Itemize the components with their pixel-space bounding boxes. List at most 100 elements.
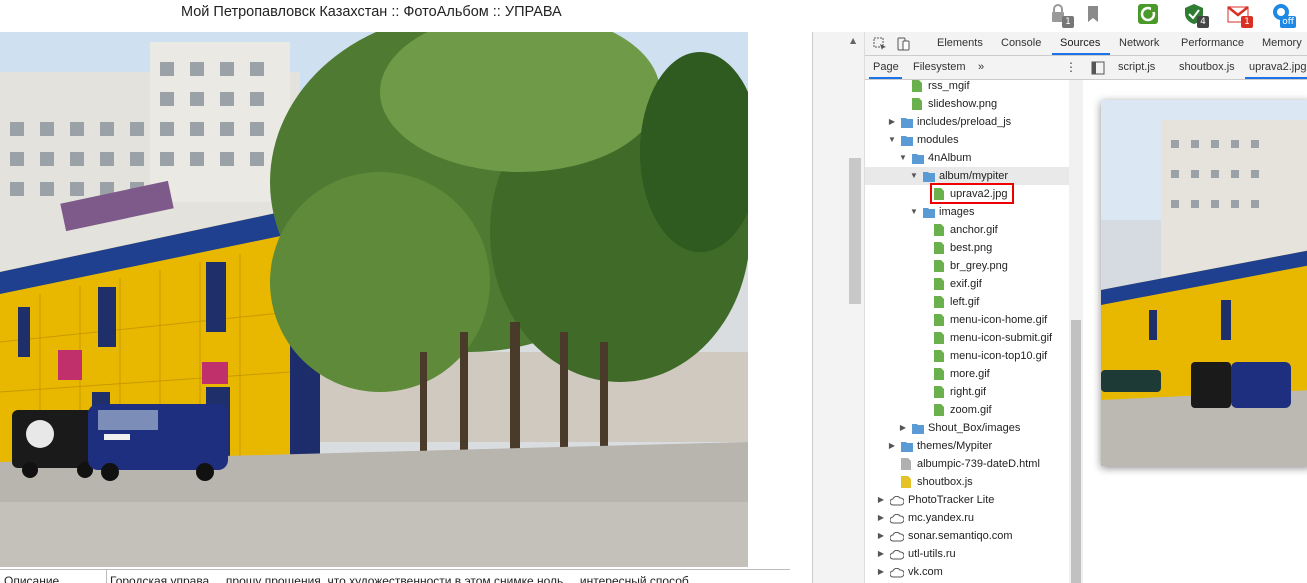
tree-item[interactable]: menu-icon-submit.gif xyxy=(865,329,1069,347)
tree-item[interactable]: exif.gif xyxy=(865,275,1069,293)
bookmark-icon[interactable] xyxy=(1083,3,1105,25)
vpn-badge: off xyxy=(1280,16,1296,28)
tab-network[interactable]: Network xyxy=(1119,37,1159,49)
tree-item-label: zoom.gif xyxy=(950,404,992,416)
tree-item[interactable]: shoutbox.js xyxy=(865,473,1069,491)
kebab-menu-icon[interactable]: ⋮ xyxy=(1065,60,1077,74)
navigator-active-indicator xyxy=(869,77,902,79)
tree-item-label: sonar.semantiqo.com xyxy=(908,530,1013,542)
tree-item[interactable]: ▼ modules xyxy=(865,131,1069,149)
tree-item[interactable]: zoom.gif xyxy=(865,401,1069,419)
tree-item[interactable]: ▼ images xyxy=(865,203,1069,221)
tree-item[interactable]: left.gif xyxy=(865,293,1069,311)
tree-item-label: modules xyxy=(917,134,959,146)
collapse-arrow-icon[interactable]: ▶ xyxy=(876,545,886,563)
tree-item-label: right.gif xyxy=(950,386,987,398)
tree-item[interactable]: anchor.gif xyxy=(865,221,1069,239)
photo-description-row: Описание Городская управа ... прошу прощ… xyxy=(0,569,790,583)
tab-elements[interactable]: Elements xyxy=(937,37,983,49)
tree-item[interactable]: ▶ includes/preload_js xyxy=(865,113,1069,131)
vpn-off-icon[interactable]: off xyxy=(1270,3,1296,28)
expand-arrow-icon[interactable]: ▼ xyxy=(887,131,897,149)
editor-tab-script-js[interactable]: script.js xyxy=(1118,61,1155,73)
navigator-scrollbar[interactable] xyxy=(1069,80,1083,583)
tree-item[interactable]: more.gif xyxy=(865,365,1069,383)
tree-item-label: shoutbox.js xyxy=(917,476,973,488)
lock-icon[interactable]: 1 xyxy=(1048,3,1074,28)
collapse-arrow-icon[interactable]: ▶ xyxy=(876,527,886,545)
gmail-icon[interactable]: 1 xyxy=(1227,3,1253,28)
browser-toolbar: Мой Петропавловск Казахстан :: ФотоАльбо… xyxy=(0,0,1307,32)
tree-item[interactable]: ▶ Shout_Box/images xyxy=(865,419,1069,437)
tree-item[interactable]: albumpic-739-dateD.html xyxy=(865,455,1069,473)
collapse-arrow-icon[interactable]: ▶ xyxy=(876,509,886,527)
tab-filesystem[interactable]: Filesystem xyxy=(913,61,966,73)
navigator-tabbar: Page Filesystem » ⋮ xyxy=(865,56,1083,80)
tree-item-label: utl-utils.ru xyxy=(908,548,956,560)
shield-extension-icon[interactable]: 4 xyxy=(1183,3,1209,28)
tree-item[interactable]: ▶ themes/Mypiter xyxy=(865,437,1069,455)
scroll-up-icon[interactable]: ▲ xyxy=(850,36,856,45)
tree-item[interactable]: ▶ utl-utils.ru xyxy=(865,545,1069,563)
file-navigator-tree: rss_mgif slideshow.png ▶ includes/preload_j… xyxy=(865,80,1069,583)
navigator-scrollbar-thumb[interactable] xyxy=(1071,320,1081,583)
tree-item-label: themes/Mypiter xyxy=(917,440,993,452)
editor-active-indicator xyxy=(1245,77,1307,79)
tree-item[interactable]: right.gif xyxy=(865,383,1069,401)
tree-item[interactable]: best.png xyxy=(865,239,1069,257)
tree-item[interactable]: rss_mgif xyxy=(865,80,1069,95)
tree-item[interactable]: ▶ mc.yandex.ru xyxy=(865,509,1069,527)
tree-item[interactable]: br_grey.png xyxy=(865,257,1069,275)
tab-sources[interactable]: Sources xyxy=(1060,37,1100,49)
tree-item-label: images xyxy=(939,206,975,218)
tree-item-label: 4nAlbum xyxy=(928,152,972,164)
tree-item[interactable]: ▶ PhotoTracker Lite xyxy=(865,491,1069,509)
tree-item-label: exif.gif xyxy=(950,278,982,290)
tree-item-label: menu-icon-home.gif xyxy=(950,314,1048,326)
tree-item[interactable]: ▶ vk.com xyxy=(865,563,1069,581)
collapse-arrow-icon[interactable]: ▶ xyxy=(887,113,897,131)
refresh-extension-icon[interactable] xyxy=(1137,3,1159,25)
tree-item[interactable]: menu-icon-home.gif xyxy=(865,311,1069,329)
shield-badge: 4 xyxy=(1197,16,1209,28)
image-preview xyxy=(1101,100,1307,466)
tree-item-label: rss_mgif xyxy=(928,80,970,92)
tab-page[interactable]: Page xyxy=(873,61,899,73)
page-scrollbar-thumb[interactable] xyxy=(849,158,861,304)
device-toolbar-icon[interactable] xyxy=(896,37,910,51)
devtools-panel: ▲ Elements Console Sources Network Perfo… xyxy=(812,32,1307,583)
expand-arrow-icon[interactable]: ▼ xyxy=(898,149,908,167)
tree-item[interactable]: menu-icon-top10.gif xyxy=(865,347,1069,365)
inspect-icon[interactable] xyxy=(873,37,887,51)
tab-performance[interactable]: Performance xyxy=(1181,37,1244,49)
expand-arrow-icon[interactable]: ▼ xyxy=(909,167,919,185)
editor-tab-uprava2-jpg[interactable]: uprava2.jpg xyxy=(1249,61,1307,73)
tree-item-label: includes/preload_js xyxy=(917,116,1012,128)
collapse-arrow-icon[interactable]: ▶ xyxy=(898,419,908,437)
collapse-arrow-icon[interactable]: ▶ xyxy=(876,491,886,509)
tree-item-label: Shout_Box/images xyxy=(928,422,1021,434)
active-tab-indicator xyxy=(1052,53,1110,55)
photo-image xyxy=(0,32,748,567)
tree-item-label: vk.com xyxy=(908,566,943,578)
tab-console[interactable]: Console xyxy=(1001,37,1041,49)
tree-item[interactable]: ▼ 4nAlbum xyxy=(865,149,1069,167)
tree-item-label: albumpic-739-dateD.html xyxy=(917,458,1040,470)
collapse-arrow-icon[interactable]: ▶ xyxy=(876,563,886,581)
toggle-navigator-icon[interactable] xyxy=(1091,61,1105,75)
highlight-box xyxy=(930,183,1014,204)
preview-image xyxy=(1101,100,1307,466)
devtools-gutter: ▲ xyxy=(813,32,865,583)
tree-item-label: left.gif xyxy=(950,296,980,308)
tree-item[interactable]: ▶ sonar.semantiqo.com xyxy=(865,527,1069,545)
album-photo[interactable] xyxy=(0,32,748,567)
expand-arrow-icon[interactable]: ▼ xyxy=(909,203,919,221)
editor-tab-shoutbox-js[interactable]: shoutbox.js xyxy=(1179,61,1235,73)
tree-item-label: menu-icon-submit.gif xyxy=(950,332,1053,344)
lock-badge: 1 xyxy=(1062,16,1074,28)
collapse-arrow-icon[interactable]: ▶ xyxy=(887,437,897,455)
tree-item[interactable]: slideshow.png xyxy=(865,95,1069,113)
tab-memory[interactable]: Memory xyxy=(1262,37,1302,49)
more-tabs-icon[interactable]: » xyxy=(978,61,984,73)
description-separator xyxy=(106,570,107,583)
